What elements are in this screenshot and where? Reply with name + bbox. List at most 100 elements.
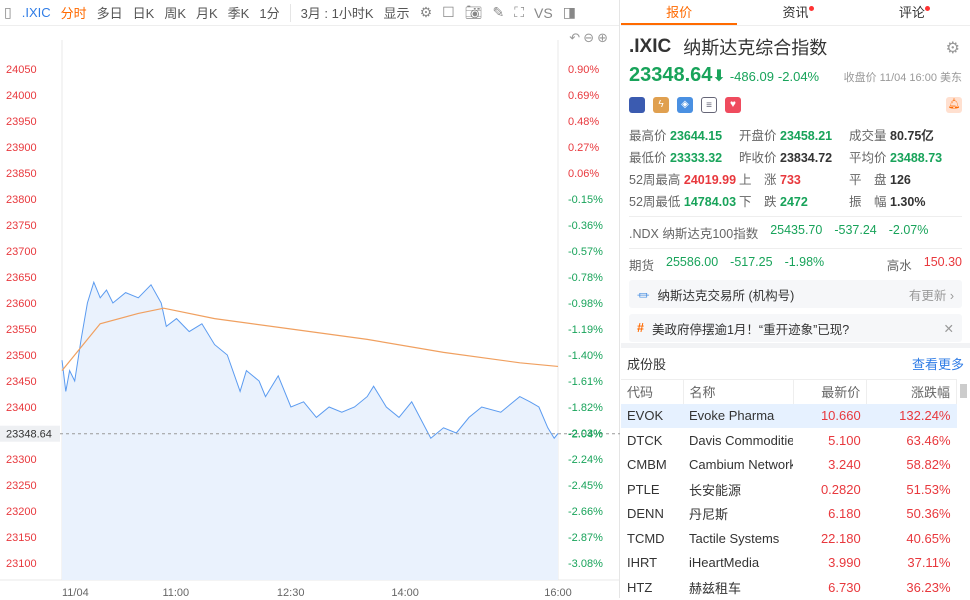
stat-item: 开盘价 23458.21	[739, 125, 849, 144]
col-name[interactable]: 名称	[683, 379, 794, 404]
table-row[interactable]: DTCK Davis Commodities 5.100 63.46%	[621, 428, 957, 453]
stat-value: 24019.99	[683, 173, 737, 187]
y-tick-label: 23200	[6, 506, 37, 518]
ndx-label: .NDX 纳斯达克100指数	[629, 227, 759, 241]
name: Tactile Systems	[689, 530, 780, 546]
stat-label: 平均价	[849, 151, 887, 165]
stat-item: 最高价 23644.15	[629, 125, 739, 144]
col-change[interactable]: 涨跌幅	[866, 379, 957, 404]
settings-icon[interactable]: ⚙	[946, 38, 960, 58]
note-icon[interactable]: ≡	[701, 97, 717, 113]
index-name: 纳斯达克综合指数	[683, 38, 828, 58]
stat-item: 成交量 80.75亿	[849, 125, 959, 144]
notification-dot	[808, 6, 814, 11]
change: 40.65%	[906, 530, 951, 546]
code: EVOK	[621, 403, 683, 428]
pct-tick-label: -2.24%	[568, 454, 603, 466]
exchange-card[interactable]: ⏛ 纳斯达克交易所 (机构号) 有更新 ›	[629, 280, 962, 308]
table-row[interactable]: PTLE 长安能源 0.2820 51.53%	[621, 477, 957, 502]
col-price[interactable]: 最新价	[793, 379, 868, 404]
futures-change: -517.25	[730, 255, 773, 269]
stat-label: 平 盘	[849, 173, 887, 187]
stat-label: 振 幅	[849, 195, 887, 209]
close-time: 收盘价 11/04 16:00 美东	[843, 72, 962, 84]
current-pct-label: -2.04%	[568, 429, 603, 441]
ndx-pct: -2.07%	[888, 223, 929, 237]
bell-icon[interactable]: 🔔︎	[946, 97, 962, 113]
section-title: 成份股	[627, 357, 667, 372]
tab-comments[interactable]: 评论	[854, 0, 970, 25]
y-tick-label: 24050	[6, 64, 37, 76]
stat-value: 733	[780, 173, 801, 187]
table-row[interactable]: EVOK Evoke Pharma 10.660 132.24%	[621, 403, 957, 428]
pct-tick-label: 0.27%	[568, 142, 599, 154]
price: 6.730	[828, 579, 861, 595]
pct-tick-label: -2.45%	[568, 480, 603, 492]
stat-value: 23834.72	[780, 151, 833, 165]
table-row[interactable]: CMBM Cambium Networks 3.240 58.82%	[621, 453, 957, 478]
price: 3.990	[828, 555, 861, 571]
code: HTZ	[627, 579, 653, 595]
x-tick-label: 11/04	[62, 587, 89, 598]
stat-value: 23333.32	[670, 151, 723, 165]
code: CMBM	[627, 457, 667, 473]
table-row[interactable]: DENN 丹尼斯 6.180 50.36%	[621, 502, 957, 527]
change: 58.82%	[906, 457, 951, 473]
pct-tick-label: -3.08%	[568, 558, 603, 570]
y-tick-label: 23400	[6, 402, 37, 414]
name: Davis Commodities	[689, 432, 793, 448]
chart-panel: ▯ .IXIC 分时 多日 日K 周K 月K 季K 1分 3月 : 1小时K 显…	[0, 0, 620, 598]
y-tick-label: 23650	[6, 272, 37, 284]
table-row[interactable]: TCMD Tactile Systems 22.180 40.65%	[621, 526, 957, 551]
more-link[interactable]: 有更新 ›	[909, 285, 954, 304]
notification-dot	[924, 6, 930, 11]
stat-value: 2472	[780, 195, 808, 209]
pct-tick-label: 0.06%	[568, 168, 599, 180]
x-tick-label: 11:00	[162, 587, 189, 598]
change: 50.36%	[906, 506, 951, 522]
lightning-icon[interactable]: ϟ	[653, 97, 669, 113]
tab-news[interactable]: 资讯	[737, 0, 853, 25]
y-tick-label: 23850	[6, 168, 37, 180]
stat-label: 最低价	[629, 151, 667, 165]
close-icon[interactable]: ✕	[944, 321, 954, 336]
futures-price: 25586.00	[666, 255, 719, 269]
stat-label: 最高价	[629, 129, 667, 143]
price: 10.660	[793, 403, 867, 428]
stat-label: 昨收价	[739, 151, 777, 165]
tab-quote[interactable]: 报价	[621, 0, 738, 25]
y-tick-label: 23550	[6, 324, 37, 336]
stat-item: 昨收价 23834.72	[739, 147, 849, 166]
name: 长安能源	[689, 482, 742, 498]
y-tick-label: 23950	[6, 116, 37, 128]
name: 赫兹租车	[689, 580, 742, 596]
pct-tick-label: -2.66%	[568, 506, 603, 518]
stat-item: 上 涨 733	[739, 169, 849, 188]
pct-tick-label: -0.78%	[568, 272, 603, 284]
stat-item: 平均价 23488.73	[849, 147, 959, 166]
building-icon: ⏛	[637, 288, 650, 303]
last-price: 23348.64	[629, 64, 713, 86]
components-section: 成份股 查看更多 代码 名称 最新价 涨跌幅 EVOK Evoke Pharma 10…	[621, 343, 970, 600]
change: 37.11%	[907, 555, 951, 571]
ndx-change: -537.24	[834, 223, 877, 237]
ndx-row[interactable]: .NDX 纳斯达克100指数 25435.70 -537.24 -2.07%	[629, 216, 962, 242]
stat-value: 126	[890, 173, 911, 187]
table-row[interactable]: HTZ 赫兹租车 6.730 36.23%	[621, 575, 957, 600]
heart-icon[interactable]: ♥	[725, 97, 741, 113]
name: 丹尼斯	[689, 507, 729, 523]
price-area	[62, 282, 558, 580]
stat-item: 最低价 23333.32	[629, 147, 739, 166]
quote-panel: 报价 资讯 评论 ⚙ .IXIC 纳斯达克综合指数 23348.64 ⬇ -486…	[621, 0, 970, 598]
scrollbar[interactable]	[960, 384, 967, 398]
pct-tick-label: -0.57%	[568, 246, 603, 258]
intraday-chart[interactable]: 24050 0.90% 24000 0.69% 23950 0.48% 23900 0.27%…	[0, 0, 620, 598]
y-tick-label: 23800	[6, 194, 37, 206]
topic-card[interactable]: # 美政府停摆逾1月！“重开迹象”已现? ✕	[629, 314, 962, 342]
view-more-link[interactable]: 查看更多	[912, 354, 964, 373]
col-code[interactable]: 代码	[621, 379, 684, 404]
change: 63.46%	[906, 432, 951, 448]
x-tick-label: 14:00	[391, 587, 419, 598]
table-row[interactable]: IHRT iHeartMedia 3.990 37.11%	[621, 551, 957, 576]
tag-icon[interactable]: ◈	[677, 97, 693, 113]
